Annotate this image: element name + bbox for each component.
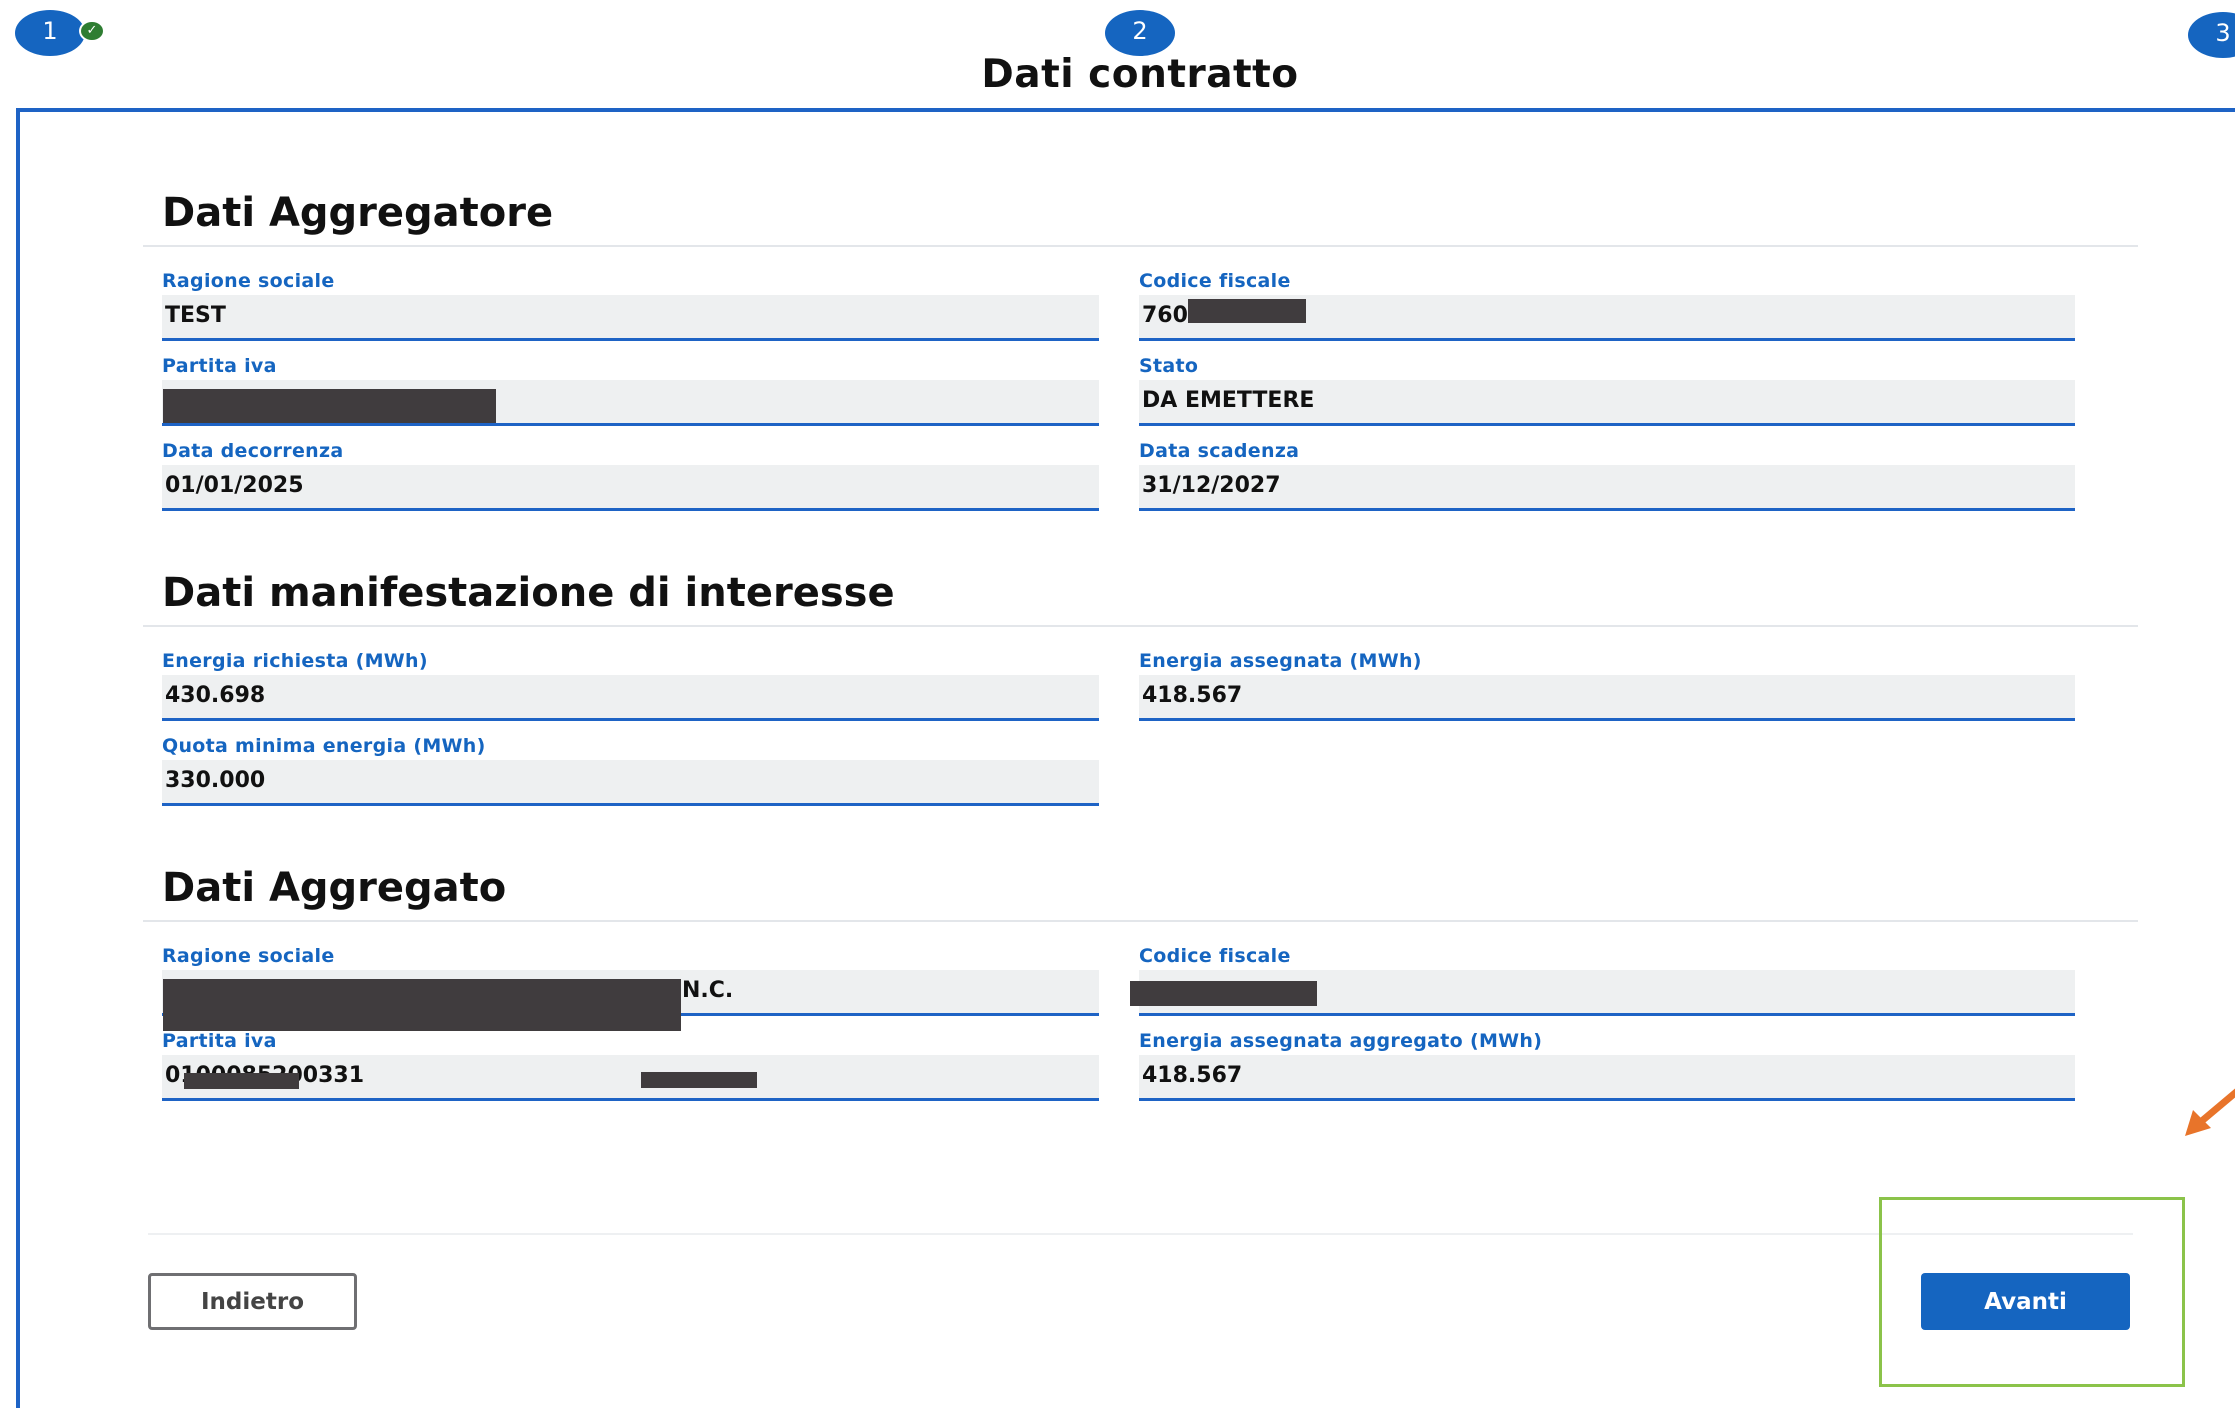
label-ragione-sociale-aggregatore: Ragione sociale	[162, 270, 335, 292]
label-quota-minima: Quota minima energia (MWh)	[162, 735, 486, 757]
step-2-indicator[interactable]: 2	[1105, 10, 1175, 56]
redaction-block	[163, 389, 496, 423]
label-ragione-sociale-aggregato: Ragione sociale	[162, 945, 335, 967]
section-title-manifestazione: Dati manifestazione di interesse	[162, 570, 895, 616]
step-3-indicator[interactable]: 3	[2188, 12, 2235, 58]
current-step-title: Dati contratto	[981, 52, 1299, 97]
label-codice-fiscale-aggregatore: Codice fiscale	[1139, 270, 1291, 292]
field-energia-richiesta[interactable]: 430.698	[162, 675, 1099, 721]
step-1-number: 1	[42, 17, 58, 45]
field-partita-iva-aggregato[interactable]: 0100085200331	[162, 1055, 1099, 1101]
redaction-block	[163, 979, 681, 1031]
arrow-pointer-icon	[2185, 1088, 2235, 1136]
label-stato: Stato	[1139, 355, 1199, 377]
section-title-aggregato: Dati Aggregato	[162, 865, 507, 911]
field-quota-minima[interactable]: 330.000	[162, 760, 1099, 806]
back-button[interactable]: Indietro	[148, 1273, 357, 1330]
field-data-decorrenza[interactable]: 01/01/2025	[162, 465, 1099, 511]
field-energia-assegnata[interactable]: 418.567	[1139, 675, 2075, 721]
label-energia-assegnata: Energia assegnata (MWh)	[1139, 650, 1422, 672]
section-title-aggregatore: Dati Aggregatore	[162, 190, 554, 236]
field-stato[interactable]: DA EMETTERE	[1139, 380, 2075, 426]
field-ragione-sociale-aggregatore[interactable]: TEST	[162, 295, 1099, 341]
label-partita-iva-aggregato: Partita iva	[162, 1030, 277, 1052]
label-energia-assegnata-aggregato: Energia assegnata aggregato (MWh)	[1139, 1030, 1543, 1052]
redaction-block	[1188, 299, 1306, 323]
section-divider	[143, 245, 2138, 247]
label-codice-fiscale-aggregato: Codice fiscale	[1139, 945, 1291, 967]
section-divider	[143, 625, 2138, 627]
field-data-scadenza[interactable]: 31/12/2027	[1139, 465, 2075, 511]
section-divider	[143, 920, 2138, 922]
redaction-block	[1130, 981, 1317, 1006]
step-completed-check-icon: ✓	[79, 20, 105, 42]
step-3-number: 3	[2215, 19, 2231, 47]
field-energia-assegnata-aggregato[interactable]: 418.567	[1139, 1055, 2075, 1101]
redaction-block	[184, 1073, 299, 1089]
step-2-number: 2	[1132, 17, 1148, 45]
highlight-box	[1879, 1197, 2185, 1387]
label-energia-richiesta: Energia richiesta (MWh)	[162, 650, 428, 672]
label-data-decorrenza: Data decorrenza	[162, 440, 344, 462]
label-data-scadenza: Data scadenza	[1139, 440, 1300, 462]
label-partita-iva-aggregatore: Partita iva	[162, 355, 277, 377]
step-1-indicator[interactable]: 1 ✓	[15, 10, 105, 56]
footer-divider	[148, 1233, 2133, 1235]
redaction-block	[641, 1072, 757, 1088]
